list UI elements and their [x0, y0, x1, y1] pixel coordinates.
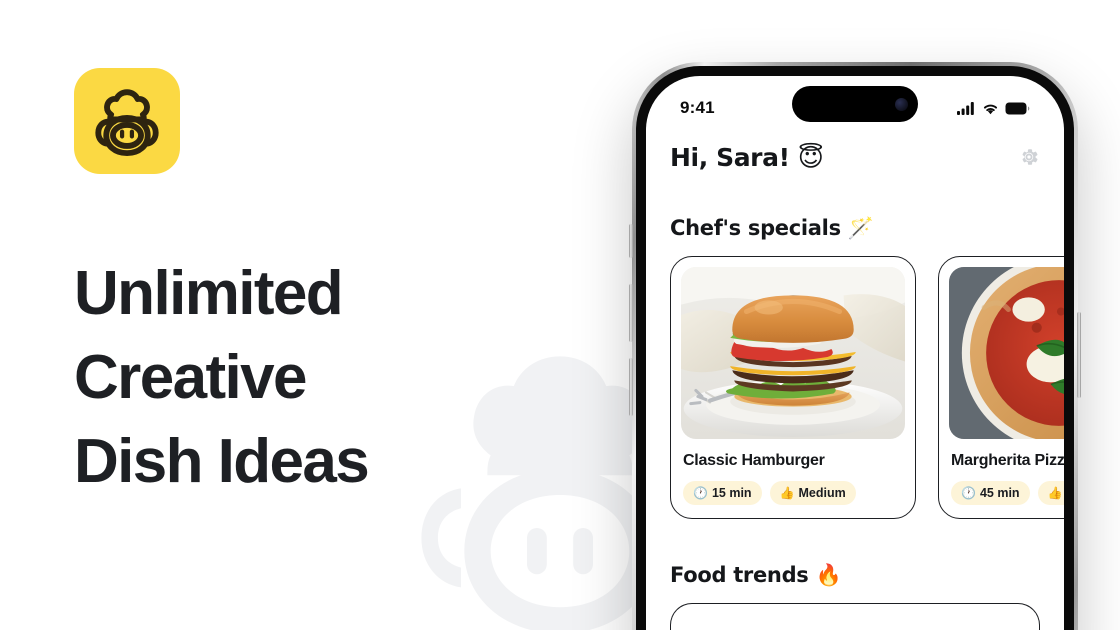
settings-button[interactable]	[1018, 146, 1040, 168]
dish-card-pizza[interactable]: Margherita Pizza 🕐 45 min 👍 Hard	[938, 256, 1064, 519]
hero-panel: Unlimited Creative Dish Ideas	[0, 0, 620, 630]
food-trends-card[interactable]	[670, 603, 1040, 630]
section-title-food-trends: Food trends 🔥	[670, 563, 842, 587]
chefs-specials-card-row[interactable]: Classic Hamburger 🕐 15 min 👍 Medium Marg…	[670, 256, 1064, 519]
chip-difficulty: 👍 Medium	[769, 481, 856, 505]
greeting-text: Hi, Sara! 😇	[670, 142, 824, 172]
monkey-chef-logo-icon	[95, 89, 159, 157]
phone-screen: 9:41 Hi, Sara! 😇 Chef's specials 🪄 Class…	[646, 76, 1064, 630]
headline-line-2: Creative	[74, 343, 308, 412]
status-bar-indicators	[957, 90, 1030, 115]
margherita-pizza-photo	[949, 267, 1064, 439]
dish-name: Margherita Pizza	[951, 452, 1064, 469]
headline-line-3: Dish Ideas	[74, 427, 370, 496]
phone-mockup: 9:41 Hi, Sara! 😇 Chef's specials 🪄 Class…	[629, 62, 1081, 630]
action-button[interactable]	[629, 224, 633, 258]
volume-up-button[interactable]	[629, 284, 633, 342]
hamburger-photo	[681, 267, 905, 439]
chip-difficulty: 👍 Hard	[1037, 481, 1064, 505]
thumbs-up-icon: 👍	[779, 486, 795, 500]
app-logo	[74, 68, 180, 174]
page-headline: Unlimited Creative Dish Ideas	[74, 252, 594, 504]
greeting-row: Hi, Sara! 😇	[670, 140, 1040, 174]
power-button[interactable]	[1077, 312, 1081, 398]
app-content: Hi, Sara! 😇 Chef's specials 🪄 Classic Ha…	[646, 140, 1064, 630]
gear-icon	[1022, 149, 1038, 165]
clock-icon: 🕐	[961, 486, 976, 500]
chip-time: 🕐 45 min	[951, 481, 1030, 505]
status-bar: 9:41	[646, 76, 1064, 128]
signal-bars-icon	[957, 101, 974, 115]
dish-card-hamburger[interactable]: Classic Hamburger 🕐 15 min 👍 Medium	[670, 256, 916, 519]
wifi-icon	[983, 104, 998, 114]
headline-line-1: Unlimited	[74, 259, 344, 328]
section-title-chefs-specials: Chef's specials 🪄	[670, 216, 874, 240]
front-camera-icon	[895, 97, 908, 111]
chip-time: 🕐 15 min	[683, 481, 762, 505]
status-bar-time: 9:41	[680, 98, 715, 117]
battery-full-icon	[1005, 102, 1030, 114]
chip-time-label: 45 min	[979, 486, 1020, 500]
volume-down-button[interactable]	[629, 358, 633, 416]
chip-difficulty-label: Medium	[798, 486, 846, 500]
clock-icon: 🕐	[693, 486, 708, 500]
thumbs-up-icon: 👍	[1047, 486, 1063, 500]
dish-name: Classic Hamburger	[683, 452, 825, 469]
dish-chips: 🕐 45 min 👍 Hard	[951, 481, 1064, 505]
chip-time-label: 15 min	[711, 486, 752, 500]
dish-chips: 🕐 15 min 👍 Medium	[683, 481, 903, 505]
dynamic-island	[792, 86, 918, 122]
